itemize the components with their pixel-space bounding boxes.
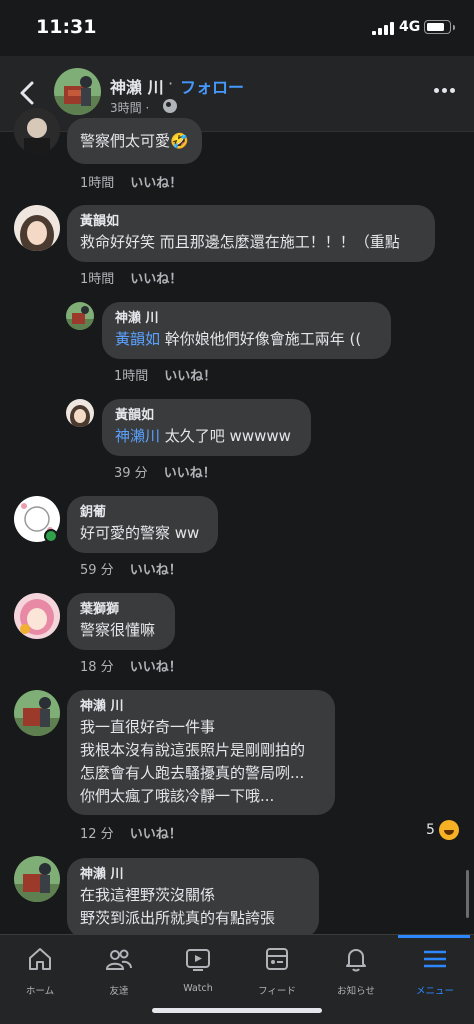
comment-bubble[interactable]: 鈅葡 好可愛的警察 ww [67,496,218,553]
haha-emoji-icon [438,820,459,840]
comment-text: 神瀨川 太久了吧 wwwww [115,425,298,448]
comment-bubble[interactable]: 神瀨 川 我一直很好奇一件事 我根本沒有說這張照片是剛剛拍的 怎麼會有人跑去騷擾… [67,690,335,815]
follow-button[interactable]: フォロー [180,74,244,98]
home-icon [29,948,51,970]
commenter-name[interactable]: 黃韻如 [80,213,422,231]
tab-watch[interactable]: Watch [158,935,238,1001]
mention-link[interactable]: 黃韻如 [115,330,160,348]
status-time: 11:31 [36,16,97,38]
comment-meta: 39 分 いいね！ [114,462,216,481]
commenter-avatar[interactable] [14,108,60,154]
comment-time: 1時間 [80,176,115,191]
online-status-dot [44,529,58,543]
comment-text: 好可愛的警察 ww [80,524,200,542]
tab-feed[interactable]: フィード [237,935,317,1001]
commenter-name[interactable]: 神瀨 川 [115,310,378,328]
like-button[interactable]: いいね！ [130,827,182,842]
comment-line: 你們太瘋了哦該冷靜一下哦... [80,787,275,805]
more-options-button[interactable] [434,86,456,96]
scrollbar[interactable] [466,870,469,918]
commenter-avatar[interactable] [14,856,60,902]
bell-icon [346,949,366,972]
separator-dot: · [168,74,174,93]
comment-time: 12 分 [80,827,114,842]
comment-text: 救命好好笑 而且那邊怎麼還在施工！！！（重點 [80,233,400,251]
commenter-name[interactable]: 鈅葡 [80,504,205,522]
tab-label: 友達 [109,986,129,997]
friends-icon [105,949,132,970]
reaction-count[interactable]: 5 [426,820,459,840]
watch-icon [186,949,210,971]
comment-line: 我根本沒有說這張照片是剛剛拍的 [80,741,306,759]
commenter-name[interactable]: 神瀨 川 [80,866,306,884]
author-name[interactable]: 神瀨 川 [110,74,164,98]
comment-bubble[interactable]: 黃韻如 救命好好笑 而且那邊怎麼還在施工！！！（重點 [67,205,435,262]
comment-bubble[interactable]: 葉獅獅 警察很懂嘛 [67,593,175,650]
tab-friends[interactable]: 友達 [79,935,159,1001]
comment-time: 59 分 [80,563,114,578]
comment-time: 1時間 [80,272,115,287]
commenter-name[interactable]: 葉獅獅 [80,601,162,619]
like-button[interactable]: いいね！ [130,176,182,191]
comment-meta: 59 分 いいね！ [80,559,182,578]
reply-bubble[interactable]: 黃韻如 神瀨川 太久了吧 wwwww [102,399,311,456]
comment-meta: 1時間 いいね！ [80,268,182,287]
comment-bubble[interactable]: 神瀨 川 在我這裡野茨沒關係 野茨到派出所就真的有點誇張 [67,858,319,938]
like-button[interactable]: いいね！ [130,563,182,578]
comment-time: 18 分 [80,660,114,675]
tab-home[interactable]: ホーム [0,935,80,1001]
network-label: 4G [399,19,421,35]
comment-line: 我一直很好奇一件事 [80,718,216,736]
comment-meta: 18 分 いいね！ [80,656,182,675]
tab-label: フィード [258,986,296,997]
comment-time: 1時間 [114,369,149,384]
comment-meta: 1時間 いいね！ [80,172,182,191]
tab-label: ホーム [25,986,55,997]
commenter-avatar[interactable] [14,690,60,736]
feed-icon [266,948,288,970]
tab-label: お知らせ [337,986,375,997]
home-indicator [152,1008,322,1013]
author-avatar[interactable] [54,68,101,115]
commenter-avatar[interactable] [14,593,60,639]
commenter-name[interactable]: 黃韻如 [115,407,298,425]
signal-icon [372,22,394,35]
comment-line: 在我這裡野茨沒關係 [80,886,216,904]
commenter-avatar[interactable] [66,399,94,427]
commenter-avatar[interactable] [14,205,60,251]
status-bar: 11:31 4G [0,0,474,56]
tab-label: Watch [183,983,213,994]
like-button[interactable]: いいね！ [164,369,216,384]
comment-text: 警察們太可愛🤣 [80,132,189,150]
like-button[interactable]: いいね！ [130,272,182,287]
reply-text: 太久了吧 wwwww [160,427,291,445]
chevron-left-icon [20,81,34,105]
battery-icon [424,20,455,34]
reply-bubble[interactable]: 神瀨 川 黃韻如 幹你娘他們好像會施工兩年 (( [102,302,391,359]
comment-meta: 1時間 いいね！ [114,365,216,384]
back-button[interactable] [14,78,42,108]
tab-label: メニュー [415,986,454,997]
post-time: 3時間 · [110,101,150,115]
post-header: 神瀨 川 · フォロー 3時間 · [0,56,474,132]
commenter-name[interactable]: 神瀨 川 [80,698,322,716]
like-button[interactable]: いいね！ [164,466,216,481]
comment-bubble[interactable]: 警察們太可愛🤣 [67,118,202,164]
menu-icon [424,950,446,968]
comment-line: 怎麼會有人跑去騷擾真的警局咧... [80,764,305,782]
comment-text: 警察很懂嘛 [80,621,156,639]
tab-menu[interactable]: メニュー [395,935,474,1001]
reaction-count-value: 5 [426,822,435,838]
mention-link[interactable]: 神瀨川 [115,427,160,445]
like-button[interactable]: いいね！ [130,660,182,675]
comment-line: 野茨到派出所就真的有點誇張 [80,909,276,927]
comment-meta: 12 分 いいね！ [80,823,182,842]
globe-icon [163,99,177,113]
reply-text: 幹你娘他們好像會施工兩年 (( [160,330,362,348]
comment-text: 黃韻如 幹你娘他們好像會施工兩年 (( [115,328,378,351]
comment-time: 39 分 [114,466,148,481]
active-tab-indicator [398,935,470,938]
tab-notifications[interactable]: お知らせ [316,935,396,1001]
commenter-avatar[interactable] [66,302,94,330]
